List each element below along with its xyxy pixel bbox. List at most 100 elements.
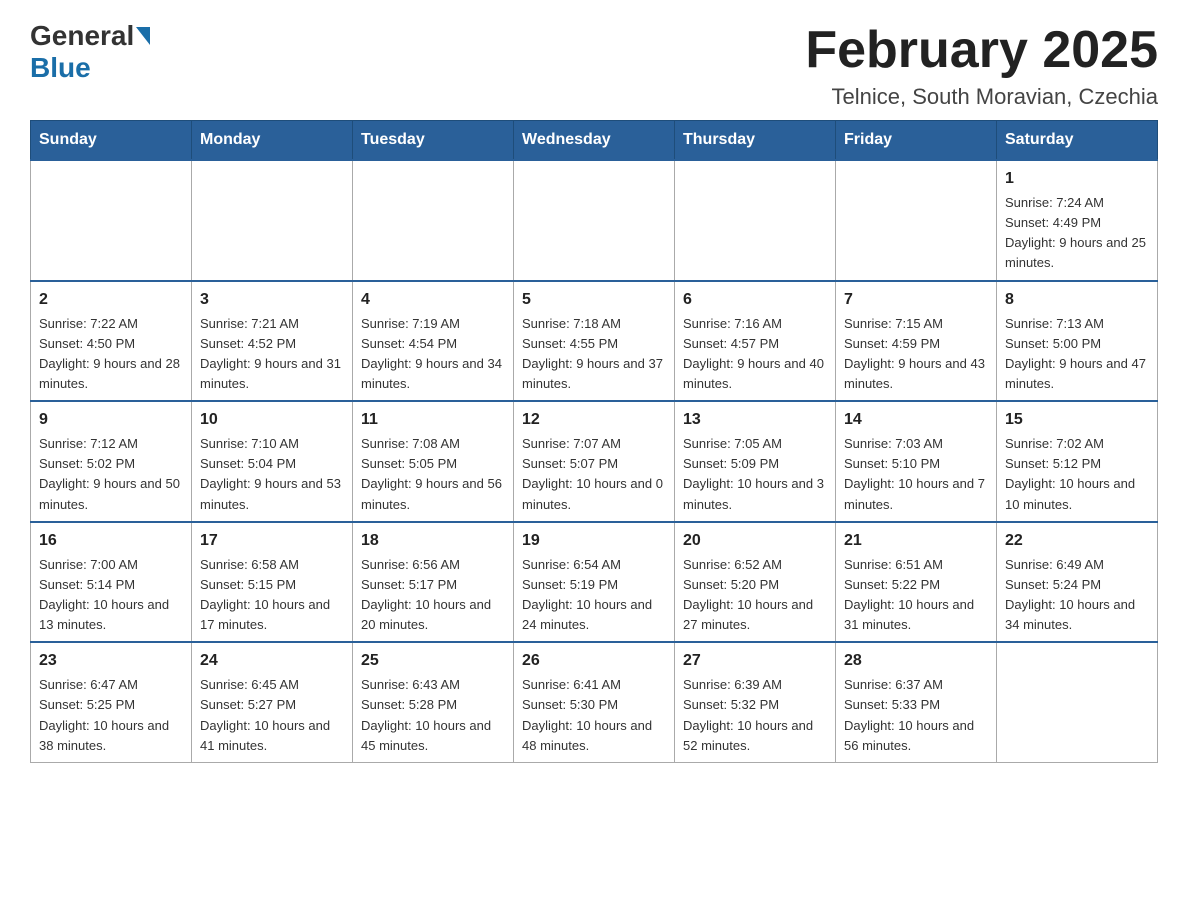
day-number: 6	[683, 288, 827, 312]
day-number: 12	[522, 408, 666, 432]
day-info: Sunrise: 7:05 AMSunset: 5:09 PMDaylight:…	[683, 434, 827, 515]
logo-general-text: General	[30, 20, 134, 52]
day-info: Sunrise: 7:21 AMSunset: 4:52 PMDaylight:…	[200, 314, 344, 395]
calendar-cell: 8Sunrise: 7:13 AMSunset: 5:00 PMDaylight…	[997, 281, 1158, 402]
calendar-cell: 19Sunrise: 6:54 AMSunset: 5:19 PMDayligh…	[514, 522, 675, 643]
col-sunday: Sunday	[31, 121, 192, 161]
day-number: 7	[844, 288, 988, 312]
calendar-cell	[192, 160, 353, 281]
day-info: Sunrise: 7:10 AMSunset: 5:04 PMDaylight:…	[200, 434, 344, 515]
calendar-cell: 22Sunrise: 6:49 AMSunset: 5:24 PMDayligh…	[997, 522, 1158, 643]
day-info: Sunrise: 7:03 AMSunset: 5:10 PMDaylight:…	[844, 434, 988, 515]
logo-triangle-icon	[136, 27, 150, 45]
day-info: Sunrise: 6:47 AMSunset: 5:25 PMDaylight:…	[39, 675, 183, 756]
day-number: 16	[39, 529, 183, 553]
calendar-cell: 1Sunrise: 7:24 AMSunset: 4:49 PMDaylight…	[997, 160, 1158, 281]
calendar-cell	[836, 160, 997, 281]
week-row-4: 16Sunrise: 7:00 AMSunset: 5:14 PMDayligh…	[31, 522, 1158, 643]
logo-blue-text: Blue	[30, 52, 91, 84]
day-info: Sunrise: 6:52 AMSunset: 5:20 PMDaylight:…	[683, 555, 827, 636]
week-row-3: 9Sunrise: 7:12 AMSunset: 5:02 PMDaylight…	[31, 401, 1158, 522]
calendar-cell: 17Sunrise: 6:58 AMSunset: 5:15 PMDayligh…	[192, 522, 353, 643]
day-info: Sunrise: 6:49 AMSunset: 5:24 PMDaylight:…	[1005, 555, 1149, 636]
calendar-cell	[353, 160, 514, 281]
calendar-cell: 21Sunrise: 6:51 AMSunset: 5:22 PMDayligh…	[836, 522, 997, 643]
day-number: 1	[1005, 167, 1149, 191]
col-tuesday: Tuesday	[353, 121, 514, 161]
calendar-cell: 7Sunrise: 7:15 AMSunset: 4:59 PMDaylight…	[836, 281, 997, 402]
col-saturday: Saturday	[997, 121, 1158, 161]
calendar-cell	[997, 642, 1158, 762]
day-info: Sunrise: 6:43 AMSunset: 5:28 PMDaylight:…	[361, 675, 505, 756]
day-number: 18	[361, 529, 505, 553]
calendar-cell: 15Sunrise: 7:02 AMSunset: 5:12 PMDayligh…	[997, 401, 1158, 522]
calendar-header-row: Sunday Monday Tuesday Wednesday Thursday…	[31, 121, 1158, 161]
subtitle: Telnice, South Moravian, Czechia	[805, 84, 1158, 110]
calendar-cell: 2Sunrise: 7:22 AMSunset: 4:50 PMDaylight…	[31, 281, 192, 402]
day-number: 27	[683, 649, 827, 673]
calendar-cell: 24Sunrise: 6:45 AMSunset: 5:27 PMDayligh…	[192, 642, 353, 762]
day-number: 13	[683, 408, 827, 432]
week-row-1: 1Sunrise: 7:24 AMSunset: 4:49 PMDaylight…	[31, 160, 1158, 281]
calendar-cell: 25Sunrise: 6:43 AMSunset: 5:28 PMDayligh…	[353, 642, 514, 762]
day-number: 14	[844, 408, 988, 432]
day-number: 8	[1005, 288, 1149, 312]
calendar-cell: 26Sunrise: 6:41 AMSunset: 5:30 PMDayligh…	[514, 642, 675, 762]
calendar-cell: 10Sunrise: 7:10 AMSunset: 5:04 PMDayligh…	[192, 401, 353, 522]
day-number: 15	[1005, 408, 1149, 432]
day-number: 22	[1005, 529, 1149, 553]
day-info: Sunrise: 7:07 AMSunset: 5:07 PMDaylight:…	[522, 434, 666, 515]
calendar-cell: 3Sunrise: 7:21 AMSunset: 4:52 PMDaylight…	[192, 281, 353, 402]
calendar-cell: 5Sunrise: 7:18 AMSunset: 4:55 PMDaylight…	[514, 281, 675, 402]
day-info: Sunrise: 6:37 AMSunset: 5:33 PMDaylight:…	[844, 675, 988, 756]
day-number: 20	[683, 529, 827, 553]
calendar-cell: 20Sunrise: 6:52 AMSunset: 5:20 PMDayligh…	[675, 522, 836, 643]
col-friday: Friday	[836, 121, 997, 161]
title-block: February 2025 Telnice, South Moravian, C…	[805, 20, 1158, 110]
day-number: 25	[361, 649, 505, 673]
day-info: Sunrise: 7:19 AMSunset: 4:54 PMDaylight:…	[361, 314, 505, 395]
day-info: Sunrise: 7:18 AMSunset: 4:55 PMDaylight:…	[522, 314, 666, 395]
day-number: 5	[522, 288, 666, 312]
day-number: 11	[361, 408, 505, 432]
calendar-cell: 14Sunrise: 7:03 AMSunset: 5:10 PMDayligh…	[836, 401, 997, 522]
day-number: 3	[200, 288, 344, 312]
day-number: 23	[39, 649, 183, 673]
day-info: Sunrise: 7:12 AMSunset: 5:02 PMDaylight:…	[39, 434, 183, 515]
day-info: Sunrise: 6:56 AMSunset: 5:17 PMDaylight:…	[361, 555, 505, 636]
day-info: Sunrise: 7:24 AMSunset: 4:49 PMDaylight:…	[1005, 193, 1149, 274]
day-number: 24	[200, 649, 344, 673]
calendar-cell	[31, 160, 192, 281]
day-info: Sunrise: 7:13 AMSunset: 5:00 PMDaylight:…	[1005, 314, 1149, 395]
day-info: Sunrise: 6:39 AMSunset: 5:32 PMDaylight:…	[683, 675, 827, 756]
calendar-cell	[514, 160, 675, 281]
day-number: 4	[361, 288, 505, 312]
calendar-table: Sunday Monday Tuesday Wednesday Thursday…	[30, 120, 1158, 763]
week-row-2: 2Sunrise: 7:22 AMSunset: 4:50 PMDaylight…	[31, 281, 1158, 402]
col-thursday: Thursday	[675, 121, 836, 161]
day-info: Sunrise: 7:22 AMSunset: 4:50 PMDaylight:…	[39, 314, 183, 395]
calendar-cell: 23Sunrise: 6:47 AMSunset: 5:25 PMDayligh…	[31, 642, 192, 762]
day-info: Sunrise: 7:15 AMSunset: 4:59 PMDaylight:…	[844, 314, 988, 395]
day-number: 9	[39, 408, 183, 432]
calendar-cell: 9Sunrise: 7:12 AMSunset: 5:02 PMDaylight…	[31, 401, 192, 522]
day-number: 19	[522, 529, 666, 553]
day-number: 17	[200, 529, 344, 553]
calendar-cell: 27Sunrise: 6:39 AMSunset: 5:32 PMDayligh…	[675, 642, 836, 762]
day-info: Sunrise: 7:02 AMSunset: 5:12 PMDaylight:…	[1005, 434, 1149, 515]
day-info: Sunrise: 7:08 AMSunset: 5:05 PMDaylight:…	[361, 434, 505, 515]
day-number: 21	[844, 529, 988, 553]
calendar-cell: 6Sunrise: 7:16 AMSunset: 4:57 PMDaylight…	[675, 281, 836, 402]
day-info: Sunrise: 6:54 AMSunset: 5:19 PMDaylight:…	[522, 555, 666, 636]
day-info: Sunrise: 6:58 AMSunset: 5:15 PMDaylight:…	[200, 555, 344, 636]
main-title: February 2025	[805, 20, 1158, 80]
day-info: Sunrise: 7:16 AMSunset: 4:57 PMDaylight:…	[683, 314, 827, 395]
day-number: 26	[522, 649, 666, 673]
day-info: Sunrise: 6:45 AMSunset: 5:27 PMDaylight:…	[200, 675, 344, 756]
calendar-cell: 28Sunrise: 6:37 AMSunset: 5:33 PMDayligh…	[836, 642, 997, 762]
calendar-cell: 4Sunrise: 7:19 AMSunset: 4:54 PMDaylight…	[353, 281, 514, 402]
calendar-cell: 11Sunrise: 7:08 AMSunset: 5:05 PMDayligh…	[353, 401, 514, 522]
day-number: 28	[844, 649, 988, 673]
week-row-5: 23Sunrise: 6:47 AMSunset: 5:25 PMDayligh…	[31, 642, 1158, 762]
page-header: General Blue February 2025 Telnice, Sout…	[30, 20, 1158, 110]
